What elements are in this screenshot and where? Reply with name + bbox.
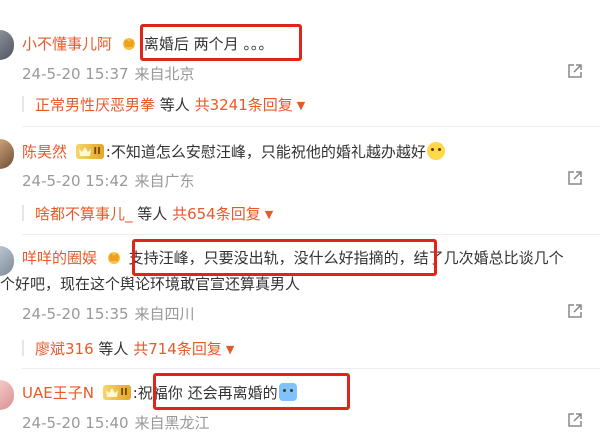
chevron-down-icon[interactable]: ▼: [265, 208, 273, 221]
chevron-down-icon[interactable]: ▼: [297, 99, 305, 112]
replies-link[interactable]: 廖斌316 等人 共714条回复 ▼: [35, 338, 234, 359]
username[interactable]: 小不懂事儿阿: [22, 35, 112, 53]
comment-text: 结了几次婚总比谈几个: [413, 249, 564, 267]
share-icon[interactable]: [566, 411, 584, 429]
vip-badge: II: [102, 385, 131, 400]
timestamp: 24-5-20 15:37: [22, 65, 129, 83]
avatar[interactable]: [0, 246, 14, 276]
divider: [22, 368, 600, 369]
comment-meta: 24-5-20 15:37 来自北京: [22, 63, 195, 84]
comment-line: 咩咩的圈娱 支持汪峰，只要没出轨，没什么好指摘的，结了几次婚总比谈几个: [22, 248, 564, 268]
reply-bar: [22, 205, 24, 221]
comment-text: 祝福你 还会再离婚的: [137, 384, 278, 402]
reply-user[interactable]: 正常男性厌恶男拳: [35, 96, 155, 114]
location: 来自四川: [134, 305, 195, 323]
comment-line-2: 个好吧，现在这个舆论环境敢官宣还算真男人: [0, 275, 301, 293]
divider: [22, 234, 600, 235]
vip-badge: II: [75, 144, 104, 159]
crown-icon: [78, 147, 91, 156]
avatar[interactable]: [0, 30, 14, 60]
username[interactable]: 咩咩的圈娱: [22, 249, 97, 267]
share-icon[interactable]: [566, 169, 584, 187]
reply-count[interactable]: 共654条回复: [172, 205, 261, 223]
reply-count[interactable]: 共3241条回复: [195, 96, 293, 114]
avatar[interactable]: [0, 380, 14, 410]
share-icon[interactable]: [566, 62, 584, 80]
reply-user[interactable]: 啥都不算事儿_: [35, 205, 133, 223]
crown-icon: [122, 38, 135, 50]
comment-line: UAE王子N II :祝福你 还会再离婚的: [22, 383, 297, 403]
timestamp: 24-5-20 15:35: [22, 305, 129, 323]
comment-line: 陈昊然 II :不知道怎么安慰汪峰，只能祝他的婚礼越办越好: [22, 142, 445, 162]
location: 来自广东: [134, 172, 195, 190]
comment-text: 离婚后 两个月 。。。: [143, 35, 274, 53]
comment-text: 不知道怎么安慰汪峰，只能祝他的婚礼越办越好: [110, 143, 426, 161]
comment-text-highlight: 支持汪峰，只要没出轨，没什么好指摘的，: [128, 249, 414, 267]
location: 来自黑龙江: [134, 414, 210, 432]
timestamp: 24-5-20 15:40: [22, 414, 129, 432]
timestamp: 24-5-20 15:42: [22, 172, 129, 190]
comment-meta: 24-5-20 15:42 来自广东: [22, 170, 195, 191]
username[interactable]: UAE王子N: [22, 384, 94, 402]
divider: [22, 126, 600, 127]
comment-meta: 24-5-20 15:40 来自黑龙江: [22, 412, 210, 433]
share-icon[interactable]: [566, 302, 584, 320]
crown-icon: [107, 252, 120, 264]
avatar[interactable]: [0, 139, 14, 169]
reply-bar: [22, 340, 24, 356]
emoji-icon: [278, 383, 297, 401]
replies-link[interactable]: 正常男性厌恶男拳 等人 共3241条回复 ▼: [35, 94, 305, 115]
chevron-down-icon[interactable]: ▼: [226, 343, 234, 356]
crown-icon: [105, 388, 118, 397]
comment-meta: 24-5-20 15:35 来自四川: [22, 303, 195, 324]
comment-line: 小不懂事儿阿 :离婚后 两个月 。。。: [22, 35, 274, 53]
reply-bar: [22, 96, 24, 112]
emoji-icon: [426, 142, 445, 160]
location: 来自北京: [134, 65, 195, 83]
reply-count[interactable]: 共714条回复: [133, 340, 222, 358]
replies-link[interactable]: 啥都不算事儿_ 等人 共654条回复 ▼: [35, 203, 273, 224]
username[interactable]: 陈昊然: [22, 143, 67, 161]
reply-user[interactable]: 廖斌316: [35, 340, 94, 358]
